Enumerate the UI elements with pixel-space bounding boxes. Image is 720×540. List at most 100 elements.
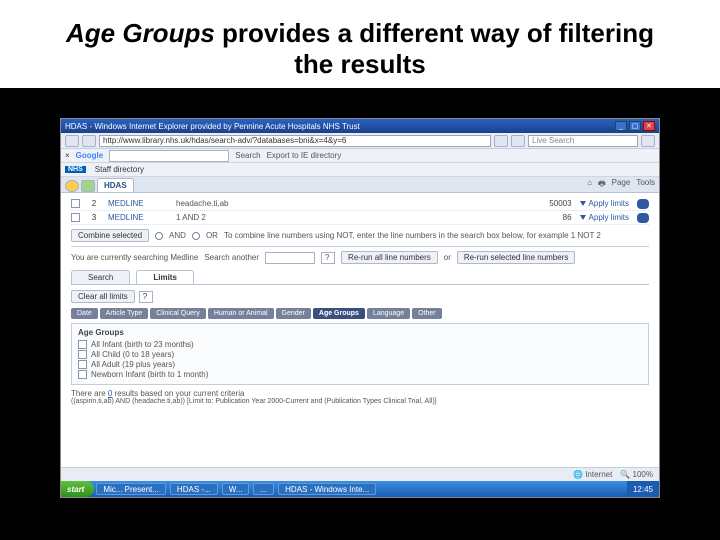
filter-gender[interactable]: Gender xyxy=(276,308,311,319)
results-summary: There are 0 results based on your curren… xyxy=(71,389,649,405)
filter-age-groups[interactable]: Age Groups xyxy=(313,308,365,319)
and-radio[interactable] xyxy=(155,232,163,240)
row-hits: 50003 xyxy=(524,199,572,208)
age-option: All Infant (birth to 23 months) xyxy=(78,340,642,349)
divider xyxy=(71,246,649,247)
clear-limits-button[interactable]: Clear all limits xyxy=(71,290,135,303)
row-checkbox[interactable] xyxy=(71,213,80,222)
combine-selected-button[interactable]: Combine selected xyxy=(71,229,149,242)
forward-button[interactable] xyxy=(82,135,96,147)
title-rest: provides a different way of filtering th… xyxy=(215,18,654,79)
taskbar-item[interactable]: W... xyxy=(222,483,250,495)
row-checkbox[interactable] xyxy=(71,199,80,208)
home-icon[interactable]: ⌂ xyxy=(587,178,592,192)
row-hits: 86 xyxy=(524,213,572,222)
zoom-level[interactable]: 🔍 100% xyxy=(620,470,653,479)
page-menu[interactable]: Page xyxy=(612,178,631,192)
age-option: All Child (0 to 18 years) xyxy=(78,350,642,359)
ie-icon: × xyxy=(65,151,70,160)
google-search-input[interactable] xyxy=(109,150,229,162)
add-favorites-icon[interactable] xyxy=(81,180,95,192)
page-content: 2 MEDLINE headache.ti,ab 50003 Apply lim… xyxy=(61,193,659,409)
row-number: 3 xyxy=(88,213,100,222)
result-row: 3 MEDLINE 1 AND 2 86 Apply limits xyxy=(71,211,649,225)
google-export-btn[interactable]: Export to IE directory xyxy=(267,151,342,160)
maximize-button[interactable]: ▢ xyxy=(629,121,641,131)
favorites-icon[interactable] xyxy=(65,180,79,192)
age-checkbox[interactable] xyxy=(78,370,87,379)
age-checkbox[interactable] xyxy=(78,360,87,369)
info-icon[interactable] xyxy=(637,199,649,209)
refresh-button[interactable] xyxy=(494,135,508,147)
and-label: AND xyxy=(169,231,186,240)
taskbar-item[interactable]: HDAS - Windows Inte... xyxy=(278,483,376,495)
nhs-toolbar: NHS Staff directory xyxy=(61,163,659,177)
rerun-row: You are currently searching Medline Sear… xyxy=(71,251,649,264)
row-database: MEDLINE xyxy=(108,213,168,222)
stop-button[interactable] xyxy=(511,135,525,147)
screenshot-window: HDAS - Windows Internet Explorer provide… xyxy=(60,118,660,498)
filter-category-bar: Date Article Type Clinical Query Human o… xyxy=(71,308,649,319)
info-icon[interactable] xyxy=(637,213,649,223)
apply-limits-link[interactable]: Apply limits xyxy=(580,213,629,222)
address-bar[interactable]: http://www.library.nhs.uk/hdas/search-ad… xyxy=(99,135,491,147)
taskbar-item[interactable]: ... xyxy=(253,483,274,495)
summary-pre: There are xyxy=(71,389,108,398)
combine-hint: To combine line numbers using NOT, enter… xyxy=(224,231,649,240)
rerun-selected-button[interactable]: Re-run selected line numbers xyxy=(457,251,576,264)
row-term: 1 AND 2 xyxy=(176,213,516,222)
filter-clinical-query[interactable]: Clinical Query xyxy=(150,308,206,319)
start-button[interactable]: start xyxy=(61,481,94,497)
age-groups-panel: Age Groups All Infant (birth to 23 month… xyxy=(71,323,649,385)
page-tools: ⌂ 🖶 Page Tools xyxy=(587,178,655,192)
result-row: 2 MEDLINE headache.ti,ab 50003 Apply lim… xyxy=(71,197,649,211)
limits-help[interactable]: ? xyxy=(139,291,153,303)
tools-menu[interactable]: Tools xyxy=(636,178,655,192)
browser-search-box[interactable]: Live Search xyxy=(528,135,638,147)
windows-taskbar: start Mic... Present... HDAS -... W... .… xyxy=(61,481,659,497)
combine-row: Combine selected AND OR To combine line … xyxy=(71,229,649,242)
rerun-select[interactable] xyxy=(265,252,315,264)
taskbar-item[interactable]: Mic... Present... xyxy=(96,483,166,495)
or-label: OR xyxy=(206,231,218,240)
apply-limits-link[interactable]: Apply limits xyxy=(580,199,629,208)
clear-limits-row: Clear all limits ? xyxy=(71,290,649,303)
nav-toolbar: http://www.library.nhs.uk/hdas/search-ad… xyxy=(61,133,659,149)
print-icon[interactable]: 🖶 xyxy=(598,178,606,192)
filter-other[interactable]: Other xyxy=(412,308,442,319)
nhs-link[interactable]: Staff directory xyxy=(95,165,144,174)
back-button[interactable] xyxy=(65,135,79,147)
age-label: All Child (0 to 18 years) xyxy=(91,350,174,359)
or-radio[interactable] xyxy=(192,232,200,240)
search-go-button[interactable] xyxy=(641,135,655,147)
age-label: Newborn Infant (birth to 1 month) xyxy=(91,370,208,379)
taskbar-item[interactable]: HDAS -... xyxy=(170,483,218,495)
filter-article-type[interactable]: Article Type xyxy=(100,308,148,319)
url-text: http://www.library.nhs.uk/hdas/search-ad… xyxy=(103,136,346,145)
age-label: All Adult (19 plus years) xyxy=(91,360,175,369)
minimize-button[interactable]: _ xyxy=(615,121,627,131)
filter-date[interactable]: Date xyxy=(71,308,98,319)
close-button[interactable]: ✕ xyxy=(643,121,655,131)
or-text: or xyxy=(444,253,451,262)
age-label: All Infant (birth to 23 months) xyxy=(91,340,194,349)
row-database: MEDLINE xyxy=(108,199,168,208)
filter-language[interactable]: Language xyxy=(367,308,410,319)
age-option: Newborn Infant (birth to 1 month) xyxy=(78,370,642,379)
google-search-btn[interactable]: Search xyxy=(235,151,260,160)
system-tray[interactable]: 12:45 xyxy=(627,481,659,497)
filter-human-animal[interactable]: Human or Animal xyxy=(208,308,274,319)
chevron-down-icon xyxy=(580,201,586,206)
window-caption-buttons: _ ▢ ✕ xyxy=(615,121,655,131)
clock: 12:45 xyxy=(633,485,653,494)
window-title: HDAS - Windows Internet Explorer provide… xyxy=(65,122,360,131)
tab-search[interactable]: Search xyxy=(71,270,130,284)
search-placeholder: Live Search xyxy=(532,136,574,145)
age-checkbox[interactable] xyxy=(78,340,87,349)
rerun-help[interactable]: ? xyxy=(321,252,335,264)
tab-limits[interactable]: Limits xyxy=(136,270,194,284)
row-term: headache.ti,ab xyxy=(176,199,516,208)
tab-hdas[interactable]: HDAS xyxy=(97,178,134,192)
rerun-all-button[interactable]: Re-run all line numbers xyxy=(341,251,438,264)
age-checkbox[interactable] xyxy=(78,350,87,359)
